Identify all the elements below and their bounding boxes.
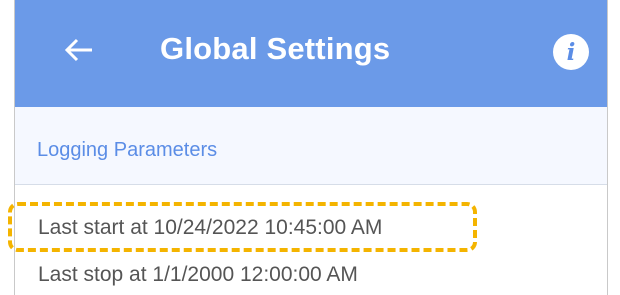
- back-button[interactable]: [59, 30, 99, 70]
- last-stop-text: Last stop at 1/1/2000 12:00:00 AM: [38, 263, 358, 286]
- info-icon: i: [566, 38, 576, 66]
- section-header-logging-parameters: Logging Parameters: [15, 107, 607, 185]
- app-bar: Global Settings i: [15, 0, 607, 107]
- info-button[interactable]: i: [553, 34, 589, 70]
- section-label: Logging Parameters: [37, 139, 218, 161]
- page-title: Global Settings: [160, 31, 391, 66]
- highlight-box: [8, 202, 477, 252]
- arrow-left-icon: [64, 38, 92, 62]
